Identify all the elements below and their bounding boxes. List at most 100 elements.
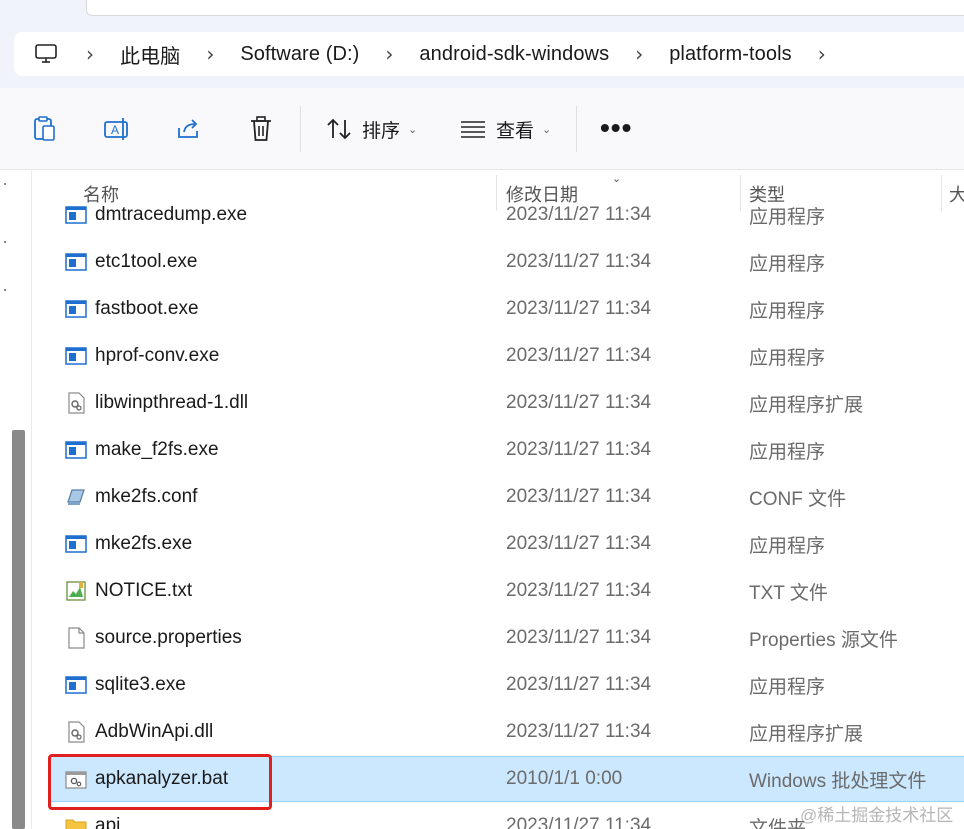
txt-icon	[65, 580, 87, 602]
file-modified-date: 2023/11/27 11:34	[506, 627, 652, 648]
title-strip	[0, 0, 964, 20]
delete-button[interactable]	[246, 114, 276, 144]
exe-icon	[65, 251, 87, 273]
address-bar[interactable]: › 此电脑 › Software (D:) › android-sdk-wind…	[14, 32, 964, 76]
file-modified-date: 2023/11/27 11:34	[506, 486, 652, 507]
file-name: etc1tool.exe	[95, 251, 198, 272]
file-row[interactable]: AdbWinApi.dll 2023/11/27 11:34 应用程序扩展	[49, 709, 964, 755]
file-row[interactable]: NOTICE.txt 2023/11/27 11:34 TXT 文件	[49, 568, 964, 614]
file-type: 应用程序	[749, 206, 826, 228]
file-modified-date: 2023/11/27 11:34	[506, 251, 652, 272]
file-type: 应用程序	[749, 535, 826, 557]
svg-text:A: A	[111, 123, 119, 137]
file-type: 应用程序	[749, 347, 826, 369]
share-icon	[178, 119, 198, 138]
file-type: 应用程序	[749, 253, 826, 275]
sort-button[interactable]: 排序 ⌄	[326, 112, 417, 146]
file-name: make_f2fs.exe	[95, 439, 219, 460]
file-name: libwinpthread-1.dll	[95, 392, 249, 413]
file-type: Windows 批处理文件	[749, 770, 927, 792]
computer-icon[interactable]	[34, 42, 58, 66]
exe-icon	[65, 204, 87, 226]
file-row[interactable]: etc1tool.exe 2023/11/27 11:34 应用程序	[49, 239, 964, 285]
address-bar-region: › 此电脑 › Software (D:) › android-sdk-wind…	[0, 20, 964, 88]
file-row[interactable]: source.properties 2023/11/27 11:34 Propert…	[49, 615, 964, 661]
paste-button[interactable]	[30, 114, 60, 144]
exe-icon	[65, 439, 87, 461]
nav-dot	[4, 183, 6, 185]
file-row[interactable]: mke2fs.conf 2023/11/27 11:34 CONF 文件	[49, 474, 964, 520]
file-row[interactable]: dmtracedump.exe 2023/11/27 11:34 应用程序	[49, 193, 964, 238]
exe-icon	[65, 674, 87, 696]
file-type: Properties 源文件	[749, 629, 898, 651]
tab-area	[86, 0, 964, 16]
nav-scrollbar-thumb[interactable]	[12, 430, 25, 829]
conf-icon	[65, 486, 87, 508]
file-modified-date: 2023/11/27 11:34	[506, 674, 652, 695]
file-modified-date: 2023/11/27 11:34	[506, 815, 652, 829]
file-modified-date: 2023/11/27 11:34	[506, 392, 652, 413]
breadcrumb-platform-tools[interactable]: platform-tools	[669, 43, 792, 66]
clipboard-icon	[34, 116, 55, 141]
file-list: dmtracedump.exe 2023/11/27 11:34 应用程序 etc1t…	[33, 193, 964, 829]
rename-button[interactable]: A	[102, 114, 132, 144]
chevron-down-icon: ⌄	[542, 122, 552, 136]
dll-icon	[65, 392, 87, 414]
doc-icon	[65, 627, 87, 649]
chevron-right-icon[interactable]: ›	[86, 42, 94, 66]
file-type: 文件夹	[749, 817, 807, 829]
view-list-icon	[461, 121, 485, 138]
toolbar-divider	[300, 106, 301, 152]
chevron-right-icon[interactable]: ›	[635, 42, 643, 66]
toolbar-divider	[576, 106, 577, 152]
file-name: dmtracedump.exe	[95, 204, 248, 225]
file-row[interactable]: hprof-conv.exe 2023/11/27 11:34 应用程序	[49, 333, 964, 379]
exe-icon	[65, 533, 87, 555]
file-row[interactable]: libwinpthread-1.dll 2023/11/27 11:34 应用程序扩…	[49, 380, 964, 426]
file-name: source.properties	[95, 627, 242, 648]
share-button[interactable]	[174, 114, 204, 144]
file-name: mke2fs.exe	[95, 533, 193, 554]
navigation-pane	[0, 171, 32, 829]
breadcrumb-sdk-folder[interactable]: android-sdk-windows	[419, 43, 609, 66]
chevron-down-icon: ⌄	[408, 122, 418, 136]
file-name: sqlite3.exe	[95, 674, 186, 695]
file-name: NOTICE.txt	[95, 580, 193, 601]
view-button[interactable]: 查看 ⌄	[460, 112, 551, 146]
chevron-right-icon[interactable]: ›	[206, 42, 214, 66]
command-bar: A 排序 ⌄ 查看 ⌄	[0, 88, 964, 170]
file-type: TXT 文件	[749, 582, 828, 604]
sort-label: 排序	[362, 120, 401, 142]
rename-icon: A	[104, 118, 128, 140]
file-name: fastboot.exe	[95, 298, 199, 319]
breadcrumb-drive[interactable]: Software (D:)	[240, 43, 359, 66]
file-name: AdbWinApi.dll	[95, 721, 214, 742]
dll-icon	[65, 721, 87, 743]
sort-icon	[327, 118, 351, 140]
sort-indicator-icon: ⌄	[612, 172, 622, 185]
file-modified-date: 2023/11/27 11:34	[506, 439, 652, 460]
exe-icon	[65, 298, 87, 320]
chevron-right-icon[interactable]: ›	[385, 42, 393, 66]
file-row[interactable]: mke2fs.exe 2023/11/27 11:34 应用程序	[49, 521, 964, 567]
file-row[interactable]: fastboot.exe 2023/11/27 11:34 应用程序	[49, 286, 964, 332]
file-name: mke2fs.conf	[95, 486, 198, 507]
nav-dot	[4, 241, 6, 243]
highlight-annotation	[48, 754, 272, 810]
file-type: 应用程序	[749, 441, 826, 463]
file-type: 应用程序扩展	[749, 394, 864, 416]
file-modified-date: 2023/11/27 11:34	[506, 345, 652, 366]
file-modified-date: 2023/11/27 11:34	[506, 204, 652, 225]
breadcrumb-this-pc[interactable]: 此电脑	[120, 40, 180, 69]
view-label: 查看	[496, 120, 535, 142]
chevron-right-icon[interactable]: ›	[818, 42, 826, 66]
file-row[interactable]: make_f2fs.exe 2023/11/27 11:34 应用程序	[49, 427, 964, 473]
file-row[interactable]: sqlite3.exe 2023/11/27 11:34 应用程序	[49, 662, 964, 708]
file-name: hprof-conv.exe	[95, 345, 220, 366]
file-type: CONF 文件	[749, 488, 847, 510]
file-name: api	[95, 815, 121, 829]
file-type: 应用程序	[749, 300, 826, 322]
exe-icon	[65, 345, 87, 367]
file-type: 应用程序扩展	[749, 723, 864, 745]
file-modified-date: 2010/1/1 0:00	[506, 768, 623, 789]
